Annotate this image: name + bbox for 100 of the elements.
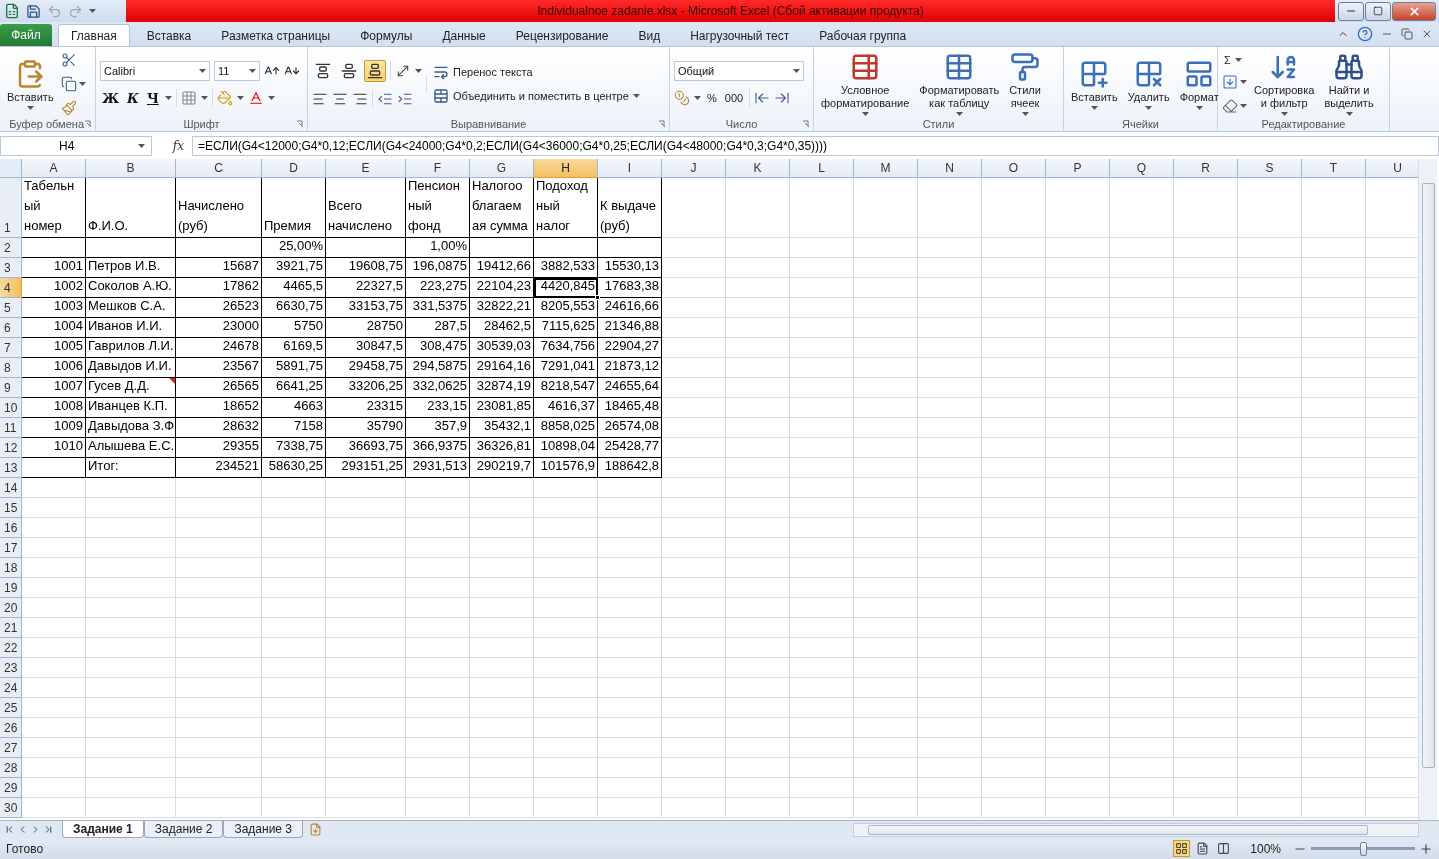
format-as-table-button[interactable]: Форматировать как таблицу <box>916 52 1003 116</box>
eraser-icon[interactable] <box>1222 98 1238 114</box>
row-header[interactable]: 23 <box>0 658 22 678</box>
caret-icon[interactable] <box>793 69 800 73</box>
row-header[interactable]: 9 <box>0 378 22 398</box>
row-header[interactable]: 21 <box>0 618 22 638</box>
last-sheet-icon[interactable] <box>43 824 54 835</box>
launcher-icon[interactable] <box>658 120 666 128</box>
ribbon-tab[interactable]: Рецензирование <box>502 24 622 46</box>
column-header[interactable]: J <box>662 159 726 178</box>
close-button[interactable] <box>1392 1 1436 21</box>
caret-icon[interactable] <box>1280 112 1288 116</box>
ribbon-tab[interactable]: Вставка <box>133 24 205 46</box>
caret-icon[interactable] <box>164 96 172 100</box>
first-sheet-icon[interactable] <box>4 824 15 835</box>
name-box[interactable]: H4 <box>0 136 152 156</box>
column-header[interactable]: D <box>262 159 326 178</box>
caret-icon[interactable] <box>632 94 640 98</box>
align-center-icon[interactable] <box>332 91 348 107</box>
row-header[interactable]: 12 <box>0 438 22 458</box>
caret-icon[interactable] <box>1345 112 1353 116</box>
align-right-icon[interactable] <box>352 91 368 107</box>
column-header[interactable]: T <box>1302 159 1366 178</box>
row-header[interactable]: 11 <box>0 418 22 438</box>
caret-icon[interactable] <box>26 105 34 110</box>
row-header[interactable]: 15 <box>0 498 22 518</box>
decrease-decimal-icon[interactable] <box>774 90 791 106</box>
row-header[interactable]: 26 <box>0 718 22 738</box>
paintbrush-icon[interactable] <box>60 100 77 116</box>
scrollbar-thumb[interactable] <box>868 824 1368 835</box>
increase-decimal-icon[interactable] <box>754 90 771 106</box>
thousands-button[interactable]: 000 <box>722 92 746 104</box>
merge-center-button[interactable]: Объединить и поместить в центре <box>431 88 642 104</box>
sheet-tab[interactable]: Задание 1 <box>62 820 144 838</box>
ribbon-tab[interactable]: Главная <box>58 24 130 46</box>
table-icon[interactable] <box>944 52 975 82</box>
caret-icon[interactable] <box>1195 105 1203 110</box>
sheet-tab[interactable]: Задание 2 <box>143 820 224 838</box>
font-size-field[interactable]: 11 <box>214 61 260 81</box>
percent-button[interactable]: % <box>705 92 719 104</box>
binoculars-icon[interactable] <box>1334 52 1364 82</box>
new-sheet-icon[interactable] <box>309 823 322 836</box>
column-header[interactable]: M <box>854 159 918 178</box>
close-icon[interactable] <box>1407 4 1421 18</box>
slider-thumb[interactable] <box>1360 841 1367 856</box>
paste-button[interactable]: Вставить <box>4 58 57 110</box>
vertical-scrollbar[interactable] <box>1418 159 1437 820</box>
row-header[interactable]: 24 <box>0 678 22 698</box>
colored-table-icon[interactable] <box>850 52 881 82</box>
ribbon-tab[interactable]: Формулы <box>347 24 426 46</box>
caret-icon[interactable] <box>249 69 256 73</box>
caret-icon[interactable] <box>78 82 86 86</box>
row-header[interactable]: 18 <box>0 558 22 578</box>
caret-icon[interactable] <box>415 69 422 73</box>
bold-button[interactable]: Ж <box>100 90 122 106</box>
scissors-icon[interactable] <box>60 52 77 68</box>
row-header[interactable]: 25 <box>0 698 22 718</box>
cell-styles-button[interactable]: Стили ячеек <box>1006 52 1044 116</box>
column-header[interactable]: B <box>86 159 176 178</box>
row-header[interactable]: 8 <box>0 358 22 378</box>
sort-filter-button[interactable]: Сортировка и фильтр <box>1251 52 1318 116</box>
row-header[interactable]: 19 <box>0 578 22 598</box>
caret-icon[interactable] <box>861 112 869 116</box>
column-header[interactable]: E <box>326 159 406 178</box>
row-header[interactable]: 6 <box>0 318 22 338</box>
increase-indent-icon[interactable] <box>397 91 413 107</box>
insert-function-button[interactable]: fx <box>152 139 192 153</box>
ribbon-tab[interactable]: Данные <box>429 24 499 46</box>
caret-icon[interactable] <box>1240 80 1247 84</box>
merge-cells-icon[interactable] <box>433 88 449 104</box>
sheet-tab[interactable]: Задание 3 <box>223 820 303 838</box>
row-header[interactable]: 10 <box>0 398 22 418</box>
caret-icon[interactable] <box>89 9 96 13</box>
row-header[interactable]: 7 <box>0 338 22 358</box>
column-header[interactable]: L <box>790 159 854 178</box>
caret-icon[interactable] <box>1240 104 1247 108</box>
decrease-indent-icon[interactable] <box>377 91 393 107</box>
fill-handle[interactable] <box>595 295 600 300</box>
format-cells-button[interactable]: Формат <box>1176 58 1222 110</box>
ribbon-tab[interactable]: Нагрузочный тест <box>677 24 803 46</box>
maximize-button[interactable] <box>1365 1 1391 21</box>
row-header[interactable]: 5 <box>0 298 22 318</box>
delete-cells-button[interactable]: Удалить <box>1124 58 1173 110</box>
column-header[interactable]: N <box>918 159 982 178</box>
column-header[interactable]: I <box>598 159 662 178</box>
fill-color-icon[interactable] <box>216 90 233 106</box>
row-header[interactable]: 14 <box>0 478 22 498</box>
caret-icon[interactable] <box>236 96 244 100</box>
paint-roller-icon[interactable] <box>1010 52 1040 82</box>
formula-input[interactable]: =ЕСЛИ(G4<12000;G4*0,12;ЕСЛИ(G4<24000;G4*0,2;ЕСЛИ(G4<36000;G4*0,25;ЕСЛИ(G4<48000;G4*0,3;G4*0,35)))) <box>192 136 1439 156</box>
ribbon-tab[interactable]: Вид <box>625 24 674 46</box>
font-color-icon[interactable] <box>247 90 264 106</box>
caret-icon[interactable] <box>1090 105 1098 110</box>
wrap-text-icon[interactable] <box>433 64 449 80</box>
caret-icon[interactable] <box>199 69 206 73</box>
number-format-field[interactable]: Общий <box>674 61 804 81</box>
column-header[interactable]: G <box>470 159 534 178</box>
caret-icon[interactable] <box>1145 105 1153 110</box>
column-header[interactable]: C <box>176 159 262 178</box>
row-header[interactable]: 17 <box>0 538 22 558</box>
